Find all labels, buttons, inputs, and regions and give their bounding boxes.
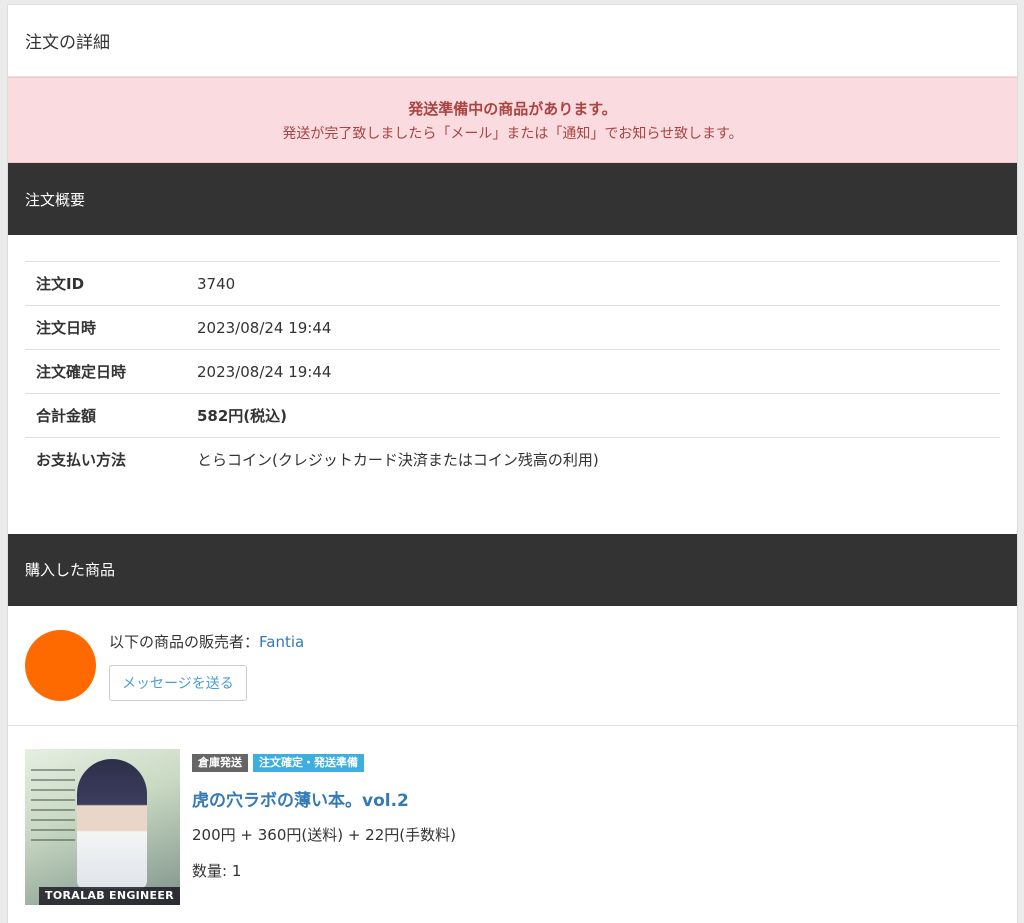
row-value-order-id: 3740	[197, 261, 1000, 306]
seller-block: 以下の商品の販売者：Fantia メッセージを送る	[8, 606, 1017, 726]
row-label-total: 合計金額	[25, 393, 197, 438]
table-row: 注文確定日時 2023/08/24 19:44	[25, 349, 1000, 394]
product-price: 200円 + 360円(送料) + 22円(手数料)	[192, 825, 456, 844]
cover-decoration	[31, 768, 75, 849]
product-quantity: 数量: 1	[192, 861, 242, 880]
avatar[interactable]	[25, 629, 96, 701]
row-label-payment: お支払い方法	[25, 437, 197, 482]
row-label-order-date: 注文日時	[25, 305, 197, 350]
order-summary: 注文ID 3740 注文日時 2023/08/24 19:44 注文確定日時 2…	[8, 235, 1017, 534]
product-info: 倉庫発送 注文確定・発送準備 虎の穴ラボの薄い本。vol.2 200円 + 36…	[192, 753, 456, 905]
cover-illustration	[77, 758, 147, 889]
alert-body: 発送が完了致しましたら「メール」または「通知」でお知らせ致します。	[282, 125, 743, 142]
seller-info: 以下の商品の販売者：Fantia メッセージを送る	[109, 630, 304, 725]
product-item: TORALAB ENGINEER 倉庫発送 注文確定・発送準備 虎の穴ラボの薄い…	[8, 726, 1017, 905]
purchased-heading: 購入した商品	[8, 533, 1017, 606]
summary-table: 注文ID 3740 注文日時 2023/08/24 19:44 注文確定日時 2…	[25, 261, 1000, 482]
alert-title: 発送準備中の商品があります。	[408, 99, 617, 118]
badge-status: 注文確定・発送準備	[253, 753, 364, 772]
table-row: 合計金額 582円(税込)	[25, 393, 1000, 438]
table-row: 注文ID 3740	[25, 261, 1000, 306]
product-cover-image[interactable]: TORALAB ENGINEER	[25, 748, 180, 905]
send-message-button[interactable]: メッセージを送る	[109, 664, 247, 701]
row-label-order-id: 注文ID	[25, 261, 197, 306]
row-value-total: 582円(税込)	[197, 393, 1000, 438]
row-value-order-date: 2023/08/24 19:44	[197, 305, 1000, 350]
row-label-confirm-date: 注文確定日時	[25, 349, 197, 394]
seller-link[interactable]: Fantia	[259, 633, 304, 651]
row-value-payment: とらコイン(クレジットカード決済またはコイン残高の利用)	[197, 437, 1000, 482]
cover-title: TORALAB ENGINEER	[39, 886, 180, 905]
summary-heading: 注文概要	[8, 163, 1017, 235]
badge-warehouse: 倉庫発送	[192, 753, 248, 772]
row-value-confirm-date: 2023/08/24 19:44	[197, 349, 1000, 394]
table-row: 注文日時 2023/08/24 19:44	[25, 305, 1000, 350]
shipping-alert: 発送準備中の商品があります。 発送が完了致しましたら「メール」または「通知」でお…	[8, 77, 1017, 163]
table-row: お支払い方法 とらコイン(クレジットカード決済またはコイン残高の利用)	[25, 437, 1000, 482]
page-title: 注文の詳細	[8, 5, 1017, 77]
order-detail-panel: 注文の詳細 発送準備中の商品があります。 発送が完了致しましたら「メール」または…	[7, 4, 1018, 923]
seller-prefix: 以下の商品の販売者：	[109, 632, 260, 651]
product-badges: 倉庫発送 注文確定・発送準備	[192, 753, 456, 772]
seller-line: 以下の商品の販売者：Fantia	[109, 631, 304, 652]
product-name-link[interactable]: 虎の穴ラボの薄い本。vol.2	[192, 786, 456, 811]
